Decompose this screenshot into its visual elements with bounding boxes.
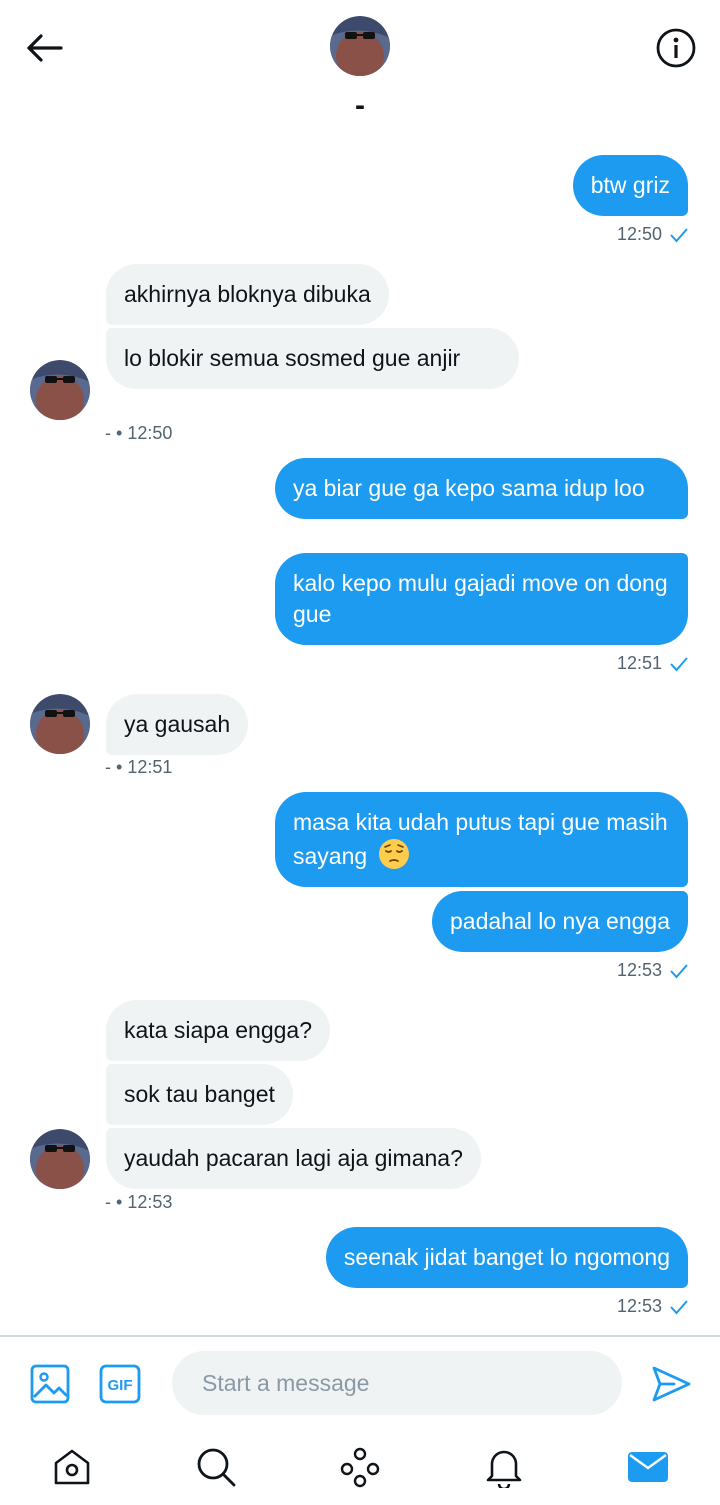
nav-notifications[interactable] [481, 1444, 527, 1490]
arrow-left-icon [27, 34, 63, 62]
avatar[interactable] [30, 1129, 90, 1189]
sent-check-icon [670, 1299, 688, 1314]
info-button[interactable] [655, 27, 697, 69]
message-time: 12:53 [616, 960, 662, 980]
message-time: 12:53 [127, 1192, 173, 1212]
nav-spaces[interactable] [337, 1444, 383, 1490]
outgoing-message-bubble[interactable]: kalo kepo mulu gajadi move on dong gue [275, 553, 688, 645]
message-time: 12:51 [616, 653, 662, 673]
sender-name: - [105, 1192, 111, 1212]
outgoing-message-bubble[interactable]: ya biar gue ga kepo sama idup loo [275, 458, 688, 519]
avatar[interactable] [30, 694, 90, 754]
bottom-navigation [0, 1430, 720, 1505]
composer-divider [0, 1335, 720, 1337]
incoming-message-bubble[interactable]: ya gausah [106, 694, 249, 755]
add-media-button[interactable] [30, 1364, 70, 1404]
outgoing-message-bubble[interactable]: btw griz [572, 155, 688, 216]
bell-icon [486, 1450, 522, 1488]
nav-search[interactable] [193, 1444, 239, 1490]
mail-icon [628, 1452, 668, 1482]
message-text: masa kita udah putus tapi gue masih saya… [293, 809, 668, 869]
incoming-message-bubble[interactable]: yaudah pacaran lagi aja gimana? [106, 1128, 481, 1189]
back-button[interactable] [22, 26, 66, 70]
sender-name: - [105, 423, 111, 443]
meta-separator: • [116, 757, 123, 777]
pensive-face-emoji-icon [378, 839, 409, 869]
message-meta: - • 12:50 [105, 423, 172, 444]
message-meta: 12:53 [617, 1296, 688, 1317]
message-time: 12:50 [616, 224, 662, 244]
sent-check-icon [670, 656, 688, 671]
home-icon [54, 1449, 90, 1485]
sender-avatar-image [30, 360, 90, 420]
message-input[interactable] [172, 1351, 622, 1415]
incoming-message-bubble[interactable]: akhirnya bloknya dibuka [106, 264, 389, 325]
gif-label: GIF [108, 1377, 133, 1394]
profile-avatar-image [330, 16, 390, 76]
message-meta: 12:51 [617, 653, 688, 674]
meta-separator: • [116, 423, 123, 443]
search-icon [197, 1448, 236, 1487]
sender-name: - [105, 757, 111, 777]
avatar[interactable] [330, 16, 390, 76]
nav-messages[interactable] [625, 1444, 671, 1490]
conversation-header: - [0, 0, 720, 130]
gif-icon: GIF [99, 1364, 141, 1404]
incoming-message-bubble[interactable]: kata siapa engga? [106, 1000, 330, 1061]
message-time: 12:51 [127, 757, 173, 777]
avatar[interactable] [30, 360, 90, 420]
message-time: 12:50 [127, 423, 173, 443]
message-meta: - • 12:51 [105, 757, 172, 778]
send-button[interactable] [650, 1363, 692, 1405]
outgoing-message-bubble[interactable]: seenak jidat banget lo ngomong [325, 1227, 688, 1288]
info-icon [656, 28, 696, 68]
gif-button[interactable]: GIF [99, 1364, 141, 1404]
incoming-message-bubble[interactable]: lo blokir semua sosmed gue anjir [106, 328, 519, 389]
send-icon [652, 1366, 691, 1402]
message-meta: 12:53 [617, 960, 688, 981]
sent-check-icon [670, 227, 688, 242]
meta-separator: • [116, 1192, 123, 1212]
conversation-title: - [355, 89, 365, 122]
spaces-icon [340, 1447, 380, 1488]
outgoing-message-bubble[interactable]: masa kita udah putus tapi gue masih saya… [275, 792, 688, 887]
message-time: 12:53 [616, 1296, 662, 1316]
sender-avatar-image [30, 694, 90, 754]
nav-home[interactable] [49, 1444, 95, 1490]
sent-check-icon [670, 963, 688, 978]
message-meta: - • 12:53 [105, 1192, 172, 1213]
outgoing-message-bubble[interactable]: padahal lo nya engga [432, 891, 688, 952]
message-meta: 12:50 [617, 224, 688, 245]
incoming-message-bubble[interactable]: sok tau banget [106, 1064, 293, 1125]
image-icon [30, 1364, 70, 1404]
sender-avatar-image [30, 1129, 90, 1189]
